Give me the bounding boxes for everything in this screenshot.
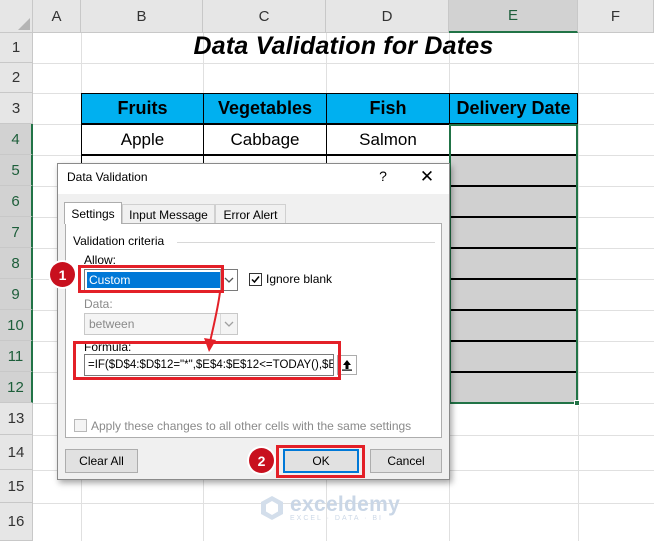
column-header-f[interactable]: F [578,0,654,33]
step-badge-1: 1 [50,262,75,287]
data-validation-dialog: Data Validation ? ✕ Settings Input Messa… [57,163,450,480]
row-header-7[interactable]: 7 [0,217,33,248]
settings-panel: Validation criteria Allow: Custom Ignore… [65,223,442,438]
row-header-16[interactable]: 16 [0,503,33,541]
row-header-14[interactable]: 14 [0,435,33,470]
row-header-2[interactable]: 2 [0,63,33,93]
column-header-a[interactable]: A [33,0,81,33]
row-header-1[interactable]: 1 [0,33,33,63]
arrow-icon [204,291,221,352]
column-header-b[interactable]: B [81,0,203,33]
row-header-10[interactable]: 10 [0,310,33,341]
header-delivery-date[interactable]: Delivery Date [449,93,578,124]
apply-all-label: Apply these changes to all other cells w… [91,419,412,433]
row-header-9[interactable]: 9 [0,279,33,310]
header-fish[interactable]: Fish [326,93,450,124]
ignore-blank-label[interactable]: Ignore blank [266,272,332,286]
row-header-5[interactable]: 5 [0,155,33,186]
cancel-button[interactable]: Cancel [370,449,442,473]
select-all-triangle-icon [18,18,30,30]
data-label: Data: [84,297,113,311]
tab-input-message[interactable]: Input Message [122,204,215,224]
header-vegetables[interactable]: Vegetables [203,93,327,124]
tab-error-alert[interactable]: Error Alert [215,204,286,224]
row-header-3[interactable]: 3 [0,93,33,124]
data-selected-value: between [89,317,135,331]
validation-criteria-label: Validation criteria [73,234,165,248]
cell-b4[interactable]: Apple [81,124,204,155]
row-header-12[interactable]: 12 [0,372,33,403]
watermark-name: exceldemy [290,493,401,516]
ignore-blank-checkbox[interactable] [249,273,262,286]
allow-highlight-box [78,265,224,293]
clear-all-button[interactable]: Clear All [65,449,138,473]
column-header-d[interactable]: D [326,0,449,33]
checkmark-icon [251,276,260,284]
step-badge-2: 2 [249,448,274,473]
dialog-titlebar[interactable]: Data Validation ? ✕ [58,164,449,194]
column-header-e[interactable]: E [449,0,578,33]
fill-handle[interactable] [574,400,580,406]
dialog-title: Data Validation [67,170,148,184]
exceldemy-watermark: exceldemy EXCEL · DATA · BI [258,493,400,522]
row-header-13[interactable]: 13 [0,403,33,435]
help-icon[interactable]: ? [376,168,390,184]
close-icon[interactable]: ✕ [419,167,435,187]
watermark-tagline: EXCEL · DATA · BI [290,515,383,522]
header-fruits[interactable]: Fruits [81,93,204,124]
row-header-15[interactable]: 15 [0,470,33,503]
cell-c4[interactable]: Cabbage [203,124,327,155]
exceldemy-logo-icon [261,495,283,520]
apply-all-checkbox [74,419,87,432]
cell-d4[interactable]: Salmon [326,124,450,155]
group-divider [177,242,435,243]
row-header-6[interactable]: 6 [0,186,33,217]
gridline-horizontal [33,63,654,64]
row-header-11[interactable]: 11 [0,341,33,372]
tab-settings[interactable]: Settings [64,202,122,224]
row-header-4[interactable]: 4 [0,124,33,155]
column-header-c[interactable]: C [203,0,326,33]
row-header-8[interactable]: 8 [0,248,33,279]
select-all-corner[interactable] [0,0,33,33]
gridline-vertical [578,33,579,541]
ok-highlight-box [276,445,365,478]
sheet-title: Data Validation for Dates [193,31,494,60]
selection-range [449,124,578,404]
